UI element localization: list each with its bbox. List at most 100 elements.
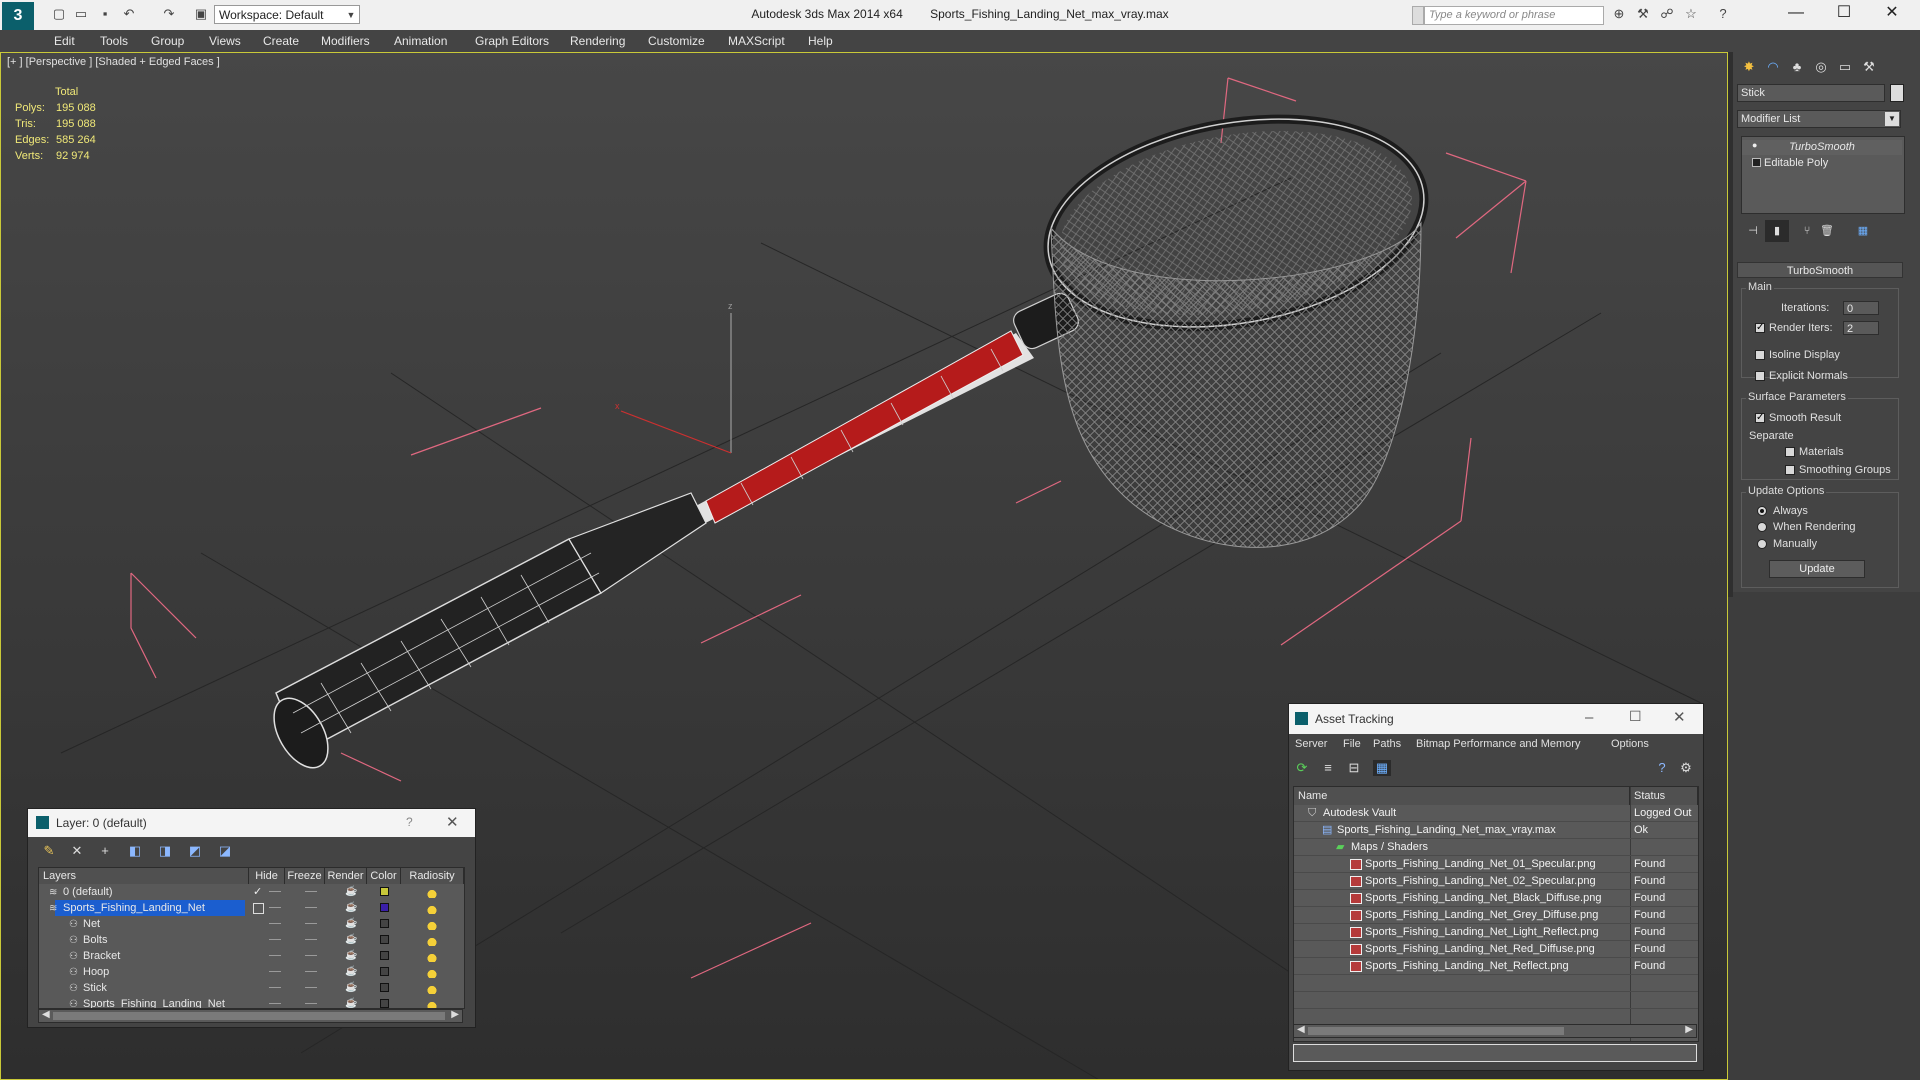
- expand-icon[interactable]: [1752, 158, 1761, 167]
- asset-row[interactable]: Sports_Fishing_Landing_Net_Black_Diffuse…: [1294, 890, 1698, 907]
- horizontal-scrollbar[interactable]: ◀ ▶: [1293, 1024, 1697, 1038]
- smooth-result-checkbox[interactable]: ✓: [1755, 413, 1765, 423]
- radio-when-rendering[interactable]: [1757, 522, 1767, 532]
- minimize-icon[interactable]: –: [1585, 709, 1593, 726]
- asset-name[interactable]: Sports_Fishing_Landing_Net_Red_Diffuse.p…: [1365, 941, 1595, 958]
- layer-name[interactable]: Sports_Fishing_Landing_Net: [63, 900, 205, 916]
- favorites-icon[interactable]: ☆: [1682, 6, 1700, 22]
- object-color-swatch[interactable]: [1890, 84, 1904, 102]
- menu-options[interactable]: Options: [1611, 738, 1649, 750]
- hide-toggle[interactable]: [269, 923, 281, 924]
- help-icon[interactable]: ?: [1653, 760, 1671, 776]
- settings-icon[interactable]: ⚙: [1677, 760, 1695, 776]
- radiosity-icon[interactable]: [425, 918, 439, 930]
- iterations-spinner[interactable]: 0: [1843, 301, 1879, 315]
- render-teapot-icon[interactable]: ☕: [345, 900, 357, 916]
- close-icon[interactable]: ✕: [446, 813, 459, 831]
- create-layer-icon[interactable]: ✎: [40, 843, 58, 859]
- asset-dialog-titlebar[interactable]: Asset Tracking – ☐ ✕: [1289, 704, 1703, 734]
- freeze-toggle[interactable]: [305, 923, 317, 924]
- search-input[interactable]: Type a keyword or phrase: [1424, 6, 1604, 25]
- asset-row[interactable]: Sports_Fishing_Landing_Net_Red_Diffuse.p…: [1294, 941, 1698, 958]
- menu-tools[interactable]: Tools: [100, 34, 128, 48]
- radiosity-icon[interactable]: [425, 950, 439, 962]
- explicit-normals-checkbox[interactable]: [1755, 371, 1765, 381]
- help-icon[interactable]: ?: [1714, 6, 1732, 22]
- layer-color-swatch[interactable]: [380, 967, 389, 976]
- menu-group[interactable]: Group: [151, 34, 184, 48]
- layer-dialog-titlebar[interactable]: Layer: 0 (default) ? ✕: [28, 809, 475, 837]
- utilities-tab-icon[interactable]: ⚒: [1857, 56, 1881, 78]
- scroll-thumb[interactable]: [53, 1012, 445, 1020]
- asset-name[interactable]: Sports_Fishing_Landing_Net_Grey_Diffuse.…: [1365, 907, 1598, 924]
- layer-color-swatch[interactable]: [380, 903, 389, 912]
- column-header[interactable]: Layers: [39, 868, 249, 884]
- render-teapot-icon[interactable]: ☕: [345, 916, 357, 932]
- scroll-left-icon[interactable]: ◀: [42, 1009, 50, 1020]
- freeze-all-icon[interactable]: ◪: [216, 843, 234, 859]
- layer-name[interactable]: Hoop: [83, 964, 109, 980]
- freeze-toggle[interactable]: [305, 971, 317, 972]
- refresh-icon[interactable]: ⟳: [1293, 760, 1311, 776]
- layer-name[interactable]: 0 (default): [63, 884, 113, 900]
- menu-edit[interactable]: Edit: [54, 34, 75, 48]
- search-expand-icon[interactable]: [1412, 6, 1424, 25]
- layer-table[interactable]: Layers Hide Freeze Render Color Radiosit…: [38, 867, 465, 1009]
- render-teapot-icon[interactable]: ☕: [345, 932, 357, 948]
- menu-rendering[interactable]: Rendering: [570, 34, 625, 48]
- delete-layer-icon[interactable]: ✕: [68, 843, 86, 859]
- radio-manually[interactable]: [1757, 539, 1767, 549]
- grid-view-icon[interactable]: ▦: [1373, 760, 1391, 776]
- layer-color-swatch[interactable]: [380, 983, 389, 992]
- close-button[interactable]: ✕: [1872, 2, 1912, 24]
- render-teapot-icon[interactable]: ☕: [345, 964, 357, 980]
- layer-name[interactable]: Bolts: [83, 932, 107, 948]
- layer-row[interactable]: ⚇ Hoop ☕: [39, 964, 464, 980]
- menu-modifiers[interactable]: Modifiers: [321, 34, 370, 48]
- radiosity-icon[interactable]: [425, 966, 439, 978]
- menu-customize[interactable]: Customize: [648, 34, 705, 48]
- layer-color-swatch[interactable]: [380, 935, 389, 944]
- asset-row[interactable]: ▤ Sports_Fishing_Landing_Net_max_vray.max…: [1294, 822, 1698, 839]
- layer-row[interactable]: ⚇ Bolts ☕: [39, 932, 464, 948]
- asset-row[interactable]: Sports_Fishing_Landing_Net_Light_Reflect…: [1294, 924, 1698, 941]
- layer-row[interactable]: ⚇ Sports_Fishing_Landing_Net ☕: [39, 996, 464, 1008]
- column-header[interactable]: Render: [325, 868, 367, 884]
- column-header[interactable]: Freeze: [285, 868, 325, 884]
- render-iters-spinner[interactable]: 2: [1843, 321, 1879, 335]
- subscription-icon[interactable]: ⚒: [1634, 6, 1652, 22]
- layer-row[interactable]: ≋ Sports_Fishing_Landing_Net ☕: [39, 900, 464, 916]
- hide-toggle[interactable]: [269, 955, 281, 956]
- close-icon[interactable]: ✕: [1673, 708, 1686, 726]
- chevron-down-icon[interactable]: ▼: [1885, 112, 1899, 126]
- menu-paths[interactable]: Paths: [1373, 738, 1401, 750]
- rollout-turbosmooth[interactable]: TurboSmooth: [1737, 262, 1903, 278]
- freeze-toggle[interactable]: [305, 955, 317, 956]
- asset-row[interactable]: ⛉ Autodesk Vault Logged Out: [1294, 805, 1698, 822]
- asset-name[interactable]: Sports_Fishing_Landing_Net_Reflect.png: [1365, 958, 1569, 975]
- add-to-layer-icon[interactable]: +: [96, 843, 114, 859]
- modify-tab-icon[interactable]: ◠: [1761, 56, 1785, 78]
- layer-row[interactable]: ⚇ Net ☕: [39, 916, 464, 932]
- hide-toggle[interactable]: [269, 987, 281, 988]
- layer-row[interactable]: ≋ 0 (default) ✓ ☕: [39, 884, 464, 900]
- asset-table[interactable]: Name Status ⛉ Autodesk Vault Logged Out ▤ Sp…: [1293, 786, 1699, 1042]
- hide-toggle[interactable]: [269, 1003, 281, 1004]
- hide-toggle[interactable]: [269, 907, 281, 908]
- render-teapot-icon[interactable]: ☕: [345, 980, 357, 996]
- list-view-icon[interactable]: ≡: [1319, 760, 1337, 776]
- layer-row[interactable]: ⚇ Stick ☕: [39, 980, 464, 996]
- asset-name[interactable]: Maps / Shaders: [1351, 839, 1428, 856]
- radiosity-icon[interactable]: [425, 982, 439, 994]
- object-name-field[interactable]: Stick: [1737, 84, 1885, 102]
- update-button[interactable]: Update: [1769, 560, 1865, 578]
- menu-bitmap-performance[interactable]: Bitmap Performance and Memory: [1416, 738, 1580, 750]
- motion-tab-icon[interactable]: ◎: [1809, 56, 1833, 78]
- render-teapot-icon[interactable]: ☕: [345, 996, 357, 1008]
- render-teapot-icon[interactable]: ☕: [345, 884, 357, 900]
- column-header[interactable]: Radiosity: [401, 868, 464, 884]
- scroll-right-icon[interactable]: ▶: [1685, 1024, 1693, 1035]
- layer-color-swatch[interactable]: [380, 999, 389, 1008]
- maximize-icon[interactable]: ☐: [1629, 708, 1642, 725]
- highlight-layer-icon[interactable]: ◨: [156, 843, 174, 859]
